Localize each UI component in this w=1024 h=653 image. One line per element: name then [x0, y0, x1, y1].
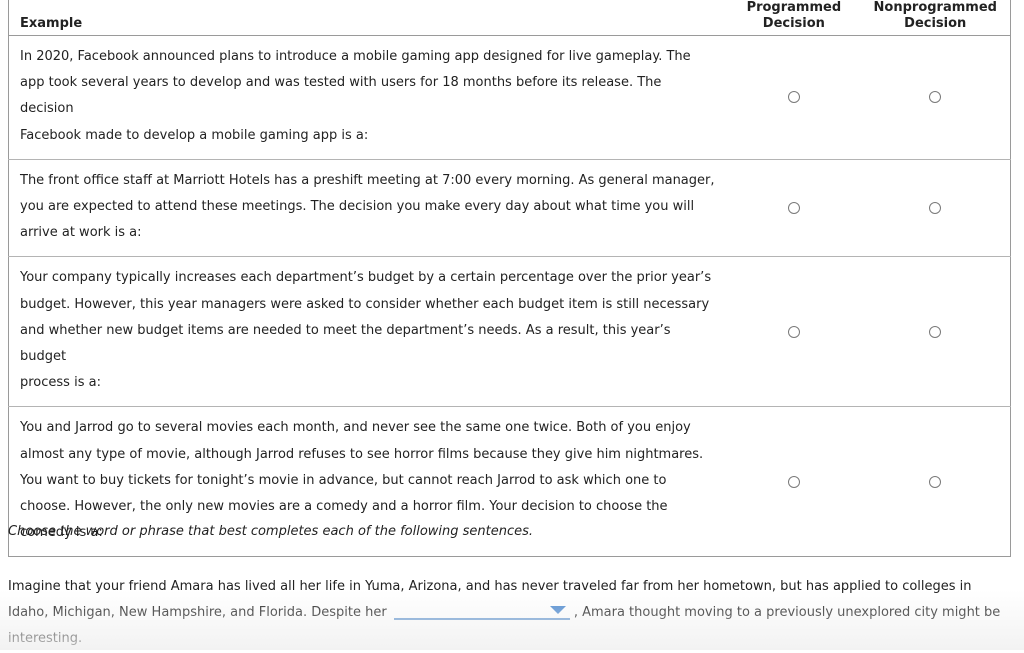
programmed-cell — [727, 159, 861, 258]
example-line: In 2020, Facebook announced plans to int… — [20, 49, 691, 64]
example-line: You want to buy tickets for tonight’s mo… — [20, 472, 667, 488]
decision-classification-table: Example Programmed Decision Nonprogramme… — [8, 0, 1011, 558]
table-header-row: Example Programmed Decision Nonprogramme… — [8, 0, 1011, 36]
example-header-label: Example — [20, 16, 83, 31]
programmed-radio[interactable] — [787, 91, 800, 104]
example-line: The front office staff at Marriott Hotel… — [20, 172, 715, 188]
example-line: You and Jarrod go to several movies each… — [20, 420, 691, 436]
nonprogrammed-cell — [860, 407, 1010, 557]
table-row: In 2020, Facebook announced plans to int… — [8, 35, 1011, 160]
caret-down-icon — [549, 606, 566, 615]
fill-in-sentence: Imagine that your friend Amara has lived… — [8, 574, 1008, 653]
programmed-radio[interactable] — [787, 202, 800, 215]
example-line: almost any type of movie, although Jarro… — [20, 446, 704, 462]
instruction-text: Choose the word or phrase that best comp… — [8, 524, 534, 539]
example-line: choose. However, the only new movies are… — [20, 499, 668, 515]
nonprogrammed-header-line1: Nonprogrammed — [873, 0, 997, 15]
nonprogrammed-cell — [860, 256, 1011, 408]
programmed-radio[interactable] — [787, 325, 800, 338]
programmed-cell — [727, 407, 860, 557]
nonprogrammed-header-line2: Decision — [904, 16, 967, 31]
programmed-header-line2: Decision — [762, 16, 825, 31]
nonprogrammed-radio[interactable] — [929, 475, 942, 488]
example-line: budget. However, this year managers were… — [20, 296, 710, 312]
example-text: The front office staff at Marriott Hotel… — [8, 159, 728, 258]
programmed-radio[interactable] — [787, 475, 800, 488]
example-line: Facebook made to develop a mobile gaming… — [20, 127, 369, 143]
example-text: Your company typically increases each de… — [8, 256, 728, 408]
nonprogrammed-cell — [860, 159, 1011, 258]
example-text: In 2020, Facebook announced plans to int… — [8, 35, 728, 160]
table-row: Your company typically increases each de… — [8, 256, 1011, 408]
nonprogrammed-cell — [860, 35, 1011, 160]
example-line: app took several years to develop and wa… — [20, 75, 662, 117]
programmed-column-header: Programmed Decision — [727, 0, 861, 36]
example-line: arrive at work is a: — [20, 225, 142, 241]
nonprogrammed-column-header: Nonprogrammed Decision — [860, 0, 1011, 36]
example-line: and whether new budget items are needed … — [20, 322, 671, 365]
programmed-header-line1: Programmed — [746, 0, 842, 15]
table-row: The front office staff at Marriott Hotel… — [8, 159, 1011, 258]
nonprogrammed-radio[interactable] — [929, 202, 942, 215]
nonprogrammed-radio[interactable] — [929, 325, 942, 338]
example-line: process is a: — [20, 375, 101, 391]
programmed-cell — [727, 35, 861, 160]
answer-dropdown[interactable] — [393, 600, 570, 621]
programmed-cell — [727, 256, 861, 408]
example-column-header: Example — [8, 0, 728, 36]
example-line: you are expected to attend these meeting… — [20, 199, 695, 215]
nonprogrammed-radio[interactable] — [929, 91, 942, 104]
example-line: Your company typically increases each de… — [20, 270, 712, 286]
